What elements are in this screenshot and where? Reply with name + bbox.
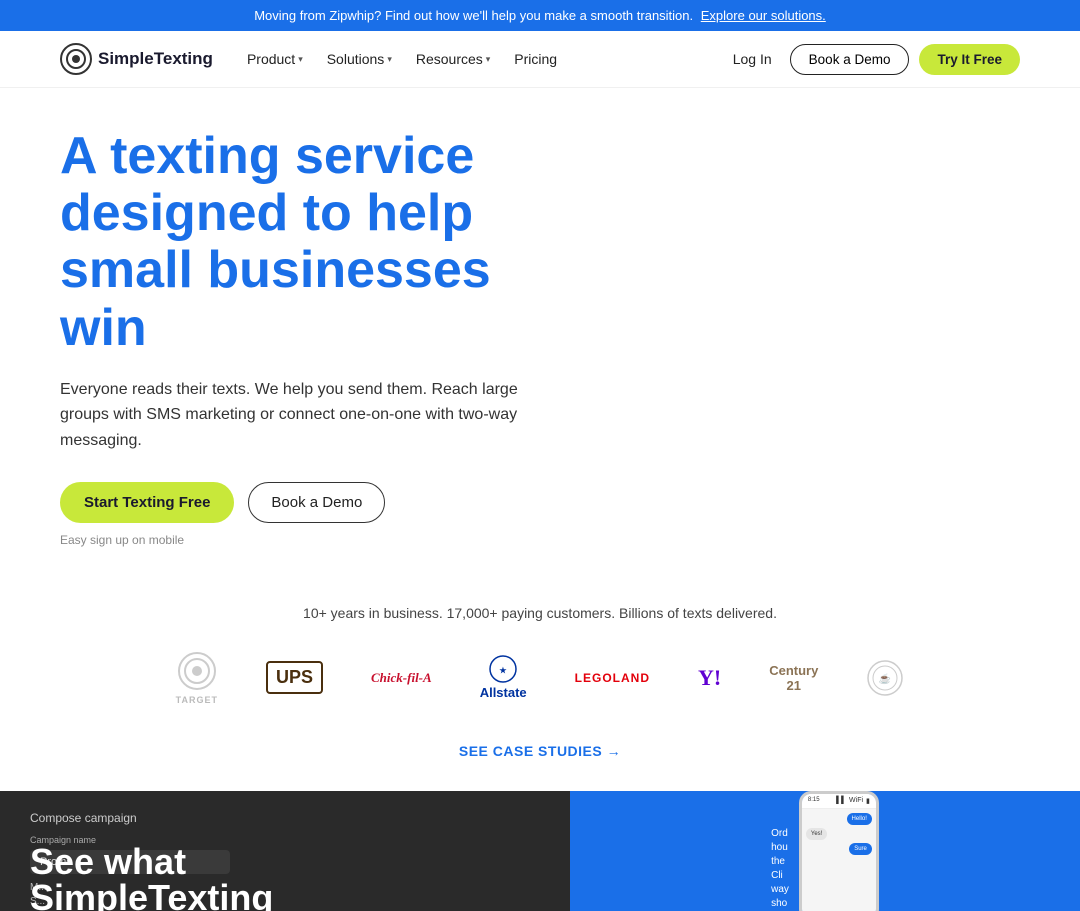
logos-section: TARGET UPS Chick-fil-A ★ Allstate LEGOLA… xyxy=(0,641,1080,725)
try-free-nav-button[interactable]: Try It Free xyxy=(919,44,1020,75)
allstate-icon: ★ Allstate xyxy=(480,655,527,700)
logo-chick-fil-a: Chick-fil-A xyxy=(371,670,432,686)
logo-icon xyxy=(60,43,92,75)
navbar: SimpleTexting Product ▾ Solutions ▾ Reso… xyxy=(0,31,1080,88)
compose-section: Compose campaign Campaign name Promo M..… xyxy=(0,791,570,911)
nav-right: Log In Book a Demo Try It Free xyxy=(725,44,1020,75)
hero-subtitle: Everyone reads their texts. We help you … xyxy=(60,377,540,454)
logo-century21: Century 21 xyxy=(769,663,818,693)
nav-pricing-label: Pricing xyxy=(514,51,557,67)
nav-solutions-label: Solutions xyxy=(327,51,385,67)
announcement-bar: Moving from Zipwhip? Find out how we'll … xyxy=(0,0,1080,31)
phone-time: 8:15 xyxy=(808,797,820,805)
announcement-link[interactable]: Explore our solutions. xyxy=(701,8,826,23)
legoland-icon: LEGOLAND xyxy=(575,671,650,685)
target-label: TARGET xyxy=(176,695,218,705)
phone-screen: 8:15 ▌▌ WiFi ▮ Hello! Yes! Sure xyxy=(802,794,876,911)
chevron-down-icon: ▾ xyxy=(298,54,303,65)
nav-product-label: Product xyxy=(247,51,295,67)
target-icon xyxy=(177,651,217,691)
stats-bar: 10+ years in business. 17,000+ paying cu… xyxy=(0,577,1080,641)
chevron-down-icon: ▾ xyxy=(486,54,491,65)
nav-resources-label: Resources xyxy=(416,51,483,67)
ups-icon: UPS xyxy=(266,661,323,694)
right-text: OrdhoutheCliwaysho xyxy=(771,827,789,911)
battery-icon: ▮ xyxy=(866,797,870,805)
book-demo-nav-button[interactable]: Book a Demo xyxy=(790,44,910,75)
phone-section: OrdhoutheCliwaysho 8:15 ▌▌ WiFi ▮ Hello!… xyxy=(570,791,1080,911)
see-case-studies-section: SEE CASE STUDIES → xyxy=(0,725,1080,791)
hero-title-line2: designed to help xyxy=(60,184,473,242)
logo-yahoo: Y! xyxy=(698,665,721,691)
hero-section: A texting service designed to help small… xyxy=(0,88,600,577)
see-case-studies-link[interactable]: SEE CASE STUDIES → xyxy=(459,743,621,759)
signal-icon: ▌▌ xyxy=(836,797,846,805)
logo-starbucks: ☕ xyxy=(866,659,904,697)
phone-status-bar: 8:15 ▌▌ WiFi ▮ xyxy=(802,794,876,809)
nav-item-solutions[interactable]: Solutions ▾ xyxy=(317,45,402,73)
hero-note: Easy sign up on mobile xyxy=(60,533,540,547)
announcement-text: Moving from Zipwhip? Find out how we'll … xyxy=(254,8,693,23)
login-link[interactable]: Log In xyxy=(725,45,780,73)
wifi-icon: WiFi xyxy=(849,797,863,805)
logo-legoland: LEGOLAND xyxy=(575,671,650,685)
nav-item-resources[interactable]: Resources ▾ xyxy=(406,45,500,73)
right-content: OrdhoutheCliwaysho 8:15 ▌▌ WiFi ▮ Hello!… xyxy=(751,791,899,911)
nav-links: Product ▾ Solutions ▾ Resources ▾ Pricin… xyxy=(237,45,725,73)
hero-title-line3: small businesses win xyxy=(60,241,491,356)
phone-bubble-3: Sure xyxy=(849,843,872,855)
chevron-down-icon: ▾ xyxy=(387,54,392,65)
century21-icon: Century 21 xyxy=(769,663,818,693)
hero-buttons: Start Texting Free Book a Demo xyxy=(60,482,540,523)
yahoo-icon: Y! xyxy=(698,665,721,691)
logo-target: TARGET xyxy=(176,651,218,705)
chick-fil-a-icon: Chick-fil-A xyxy=(371,670,432,686)
nav-item-product[interactable]: Product ▾ xyxy=(237,45,313,73)
logo[interactable]: SimpleTexting xyxy=(60,43,213,75)
phone-bubble-1: Hello! xyxy=(847,813,872,825)
logo-ups: UPS xyxy=(266,661,323,694)
hero-title: A texting service designed to help small… xyxy=(60,128,540,357)
book-demo-hero-button[interactable]: Book a Demo xyxy=(248,482,385,523)
phone-bubble-2: Yes! xyxy=(806,828,827,840)
hero-title-line1: A texting service xyxy=(60,127,474,185)
starbucks-icon: ☕ xyxy=(866,659,904,697)
svg-text:★: ★ xyxy=(500,666,508,675)
stats-text: 10+ years in business. 17,000+ paying cu… xyxy=(303,605,777,621)
phone-messages: Hello! Yes! Sure xyxy=(802,809,876,911)
start-texting-button[interactable]: Start Texting Free xyxy=(60,482,234,523)
bottom-section: Compose campaign Campaign name Promo M..… xyxy=(0,791,1080,911)
nav-item-pricing[interactable]: Pricing xyxy=(504,45,567,73)
compose-label: Compose campaign xyxy=(30,811,540,825)
logo-allstate: ★ Allstate xyxy=(480,655,527,700)
svg-text:☕: ☕ xyxy=(879,672,891,685)
phone-mockup: 8:15 ▌▌ WiFi ▮ Hello! Yes! Sure xyxy=(799,791,879,911)
see-what-text: See what SimpleTexting xyxy=(30,844,273,911)
logo-text: SimpleTexting xyxy=(98,49,213,69)
